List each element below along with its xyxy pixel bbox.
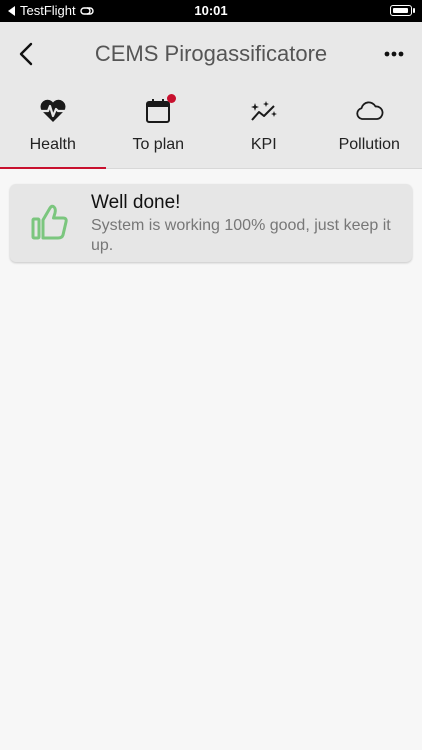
sparkle-trend-icon xyxy=(249,96,279,126)
thumbs-up-icon xyxy=(30,202,70,242)
tab-to-plan[interactable]: To plan xyxy=(106,86,212,168)
cloud-icon xyxy=(354,96,384,126)
tab-kpi[interactable]: KPI xyxy=(211,86,317,168)
calendar-icon xyxy=(143,94,177,126)
tab-label: To plan xyxy=(132,136,185,153)
status-bar: TestFlight 10:01 xyxy=(0,0,422,22)
more-horizontal-icon xyxy=(384,51,404,57)
tab-bar: Health To plan KPI Pollution xyxy=(0,86,422,169)
battery-icon xyxy=(390,5,415,16)
page-title: CEMS Pirogassificatore xyxy=(94,41,328,66)
card-title: Well done! xyxy=(91,192,181,213)
more-options-button[interactable] xyxy=(382,42,406,66)
notification-badge xyxy=(167,94,177,103)
card-message: System is working 100% good, just keep i… xyxy=(91,217,391,254)
status-card: Well done! System is working 100% good, … xyxy=(10,184,412,262)
status-time: 10:01 xyxy=(194,3,228,18)
tab-pollution[interactable]: Pollution xyxy=(317,86,422,168)
tab-health[interactable]: Health xyxy=(0,86,106,169)
tab-label: KPI xyxy=(250,136,277,153)
heart-pulse-icon xyxy=(38,96,68,126)
tab-label: Health xyxy=(29,136,76,153)
navigation-bar: CEMS Pirogassificatore xyxy=(0,22,422,86)
tab-label: Pollution xyxy=(338,136,400,153)
